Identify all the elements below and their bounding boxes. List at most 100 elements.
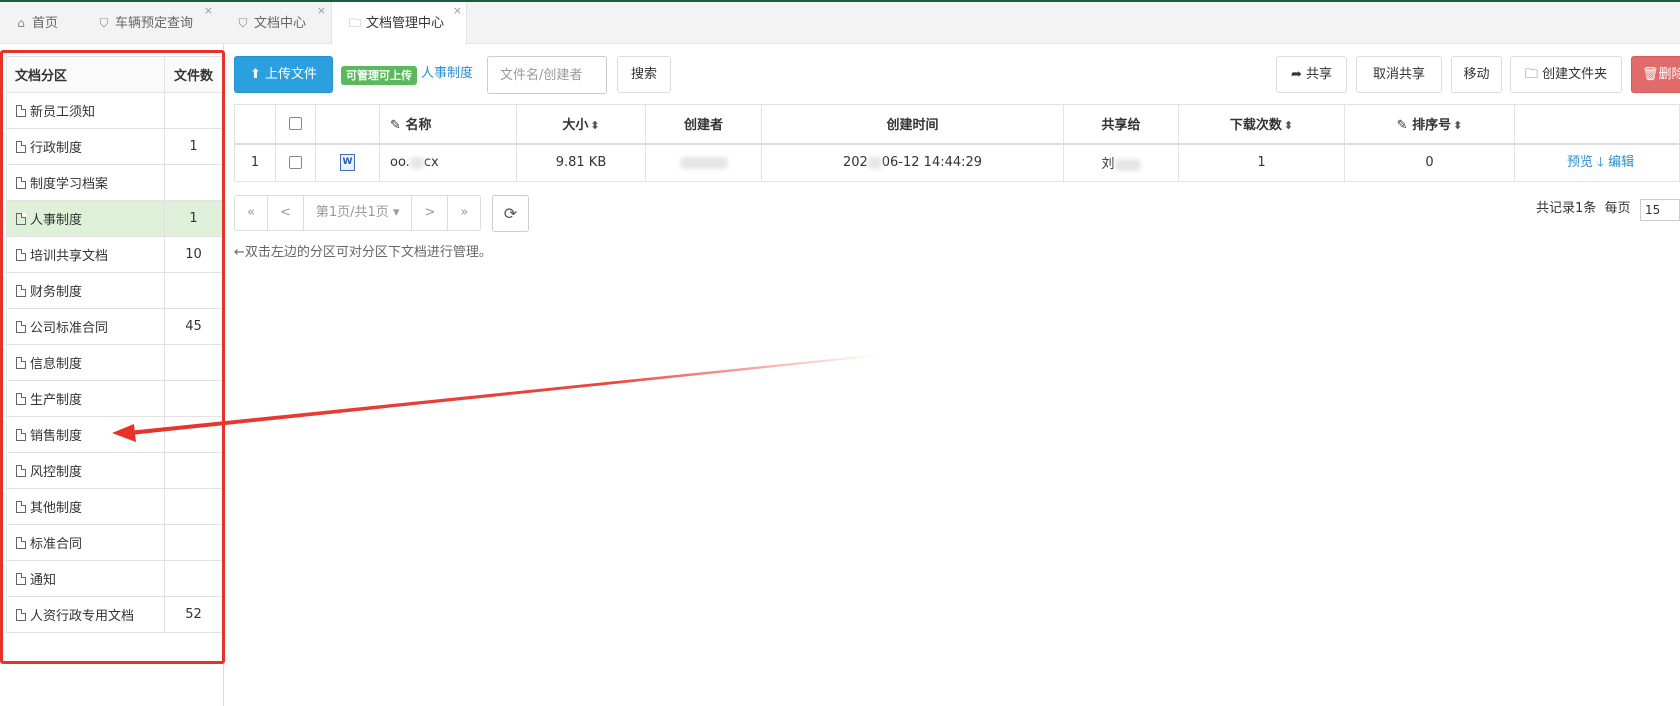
download-icon[interactable]: 🡓 [1597, 155, 1604, 170]
row-checkbox[interactable] [289, 156, 302, 170]
category-row[interactable]: 其他制度 [6, 488, 223, 525]
category-file-count [164, 344, 223, 381]
file-icon [16, 141, 26, 153]
category-file-count: 52 [164, 596, 223, 633]
category-label: 信息制度 [30, 357, 83, 372]
download-count: 1 [1178, 143, 1345, 182]
category-row[interactable]: 风控制度 [6, 452, 223, 489]
category-name-cell[interactable]: 制度学习档案 [6, 164, 165, 201]
sort-icon: ⬍ [1453, 119, 1463, 133]
prev-page-button[interactable]: < [268, 196, 304, 230]
category-name-cell[interactable]: 培训共享文档 [6, 236, 165, 273]
category-name-cell[interactable]: 其他制度 [6, 488, 165, 525]
file-icon [16, 573, 26, 585]
tab-document-management[interactable]: 🗀 文档管理中心 × [331, 2, 467, 45]
sort-icon: ⬍ [1283, 119, 1294, 133]
category-row[interactable]: 制度学习档案 [6, 164, 223, 201]
category-row[interactable]: 财务制度 [6, 272, 223, 309]
search-button[interactable]: 搜索 [617, 56, 671, 93]
document-table: ✎ 名称 大小 ⬍ 创建者 创建时间 共享给 下载次数 ⬍ ✎ 排序号 ⬍ 1 W o… [234, 104, 1680, 182]
select-all-checkbox[interactable] [289, 117, 302, 131]
arrow-shaft [128, 354, 880, 435]
close-icon[interactable]: × [453, 0, 462, 32]
category-name-cell[interactable]: 财务制度 [6, 272, 165, 309]
category-row[interactable]: 生产制度 [6, 380, 223, 417]
pencil-icon: ✎ [390, 118, 401, 134]
category-row[interactable]: 新员工须知 [6, 92, 223, 129]
category-name-cell[interactable]: 公司标准合同 [6, 308, 165, 345]
last-page-button[interactable]: » [448, 196, 480, 230]
home-icon: ⌂ [17, 16, 25, 30]
category-label: 人事制度 [30, 213, 83, 228]
created-time-header: 创建时间 [761, 104, 1064, 145]
table-row[interactable]: 1 W oo. cx 9.81 KB 202 06-12 14:44:29 刘 1 … [234, 143, 1680, 182]
redacted-text [409, 156, 424, 169]
category-row[interactable]: 标准合同 [6, 524, 223, 561]
usage-hint: ←双击左边的分区可对分区下文档进行管理。 [234, 245, 492, 260]
delete-button[interactable]: 🗑删除 [1631, 56, 1680, 93]
category-name-cell[interactable]: 人资行政专用文档 [6, 596, 165, 633]
close-icon[interactable]: × [317, 0, 326, 32]
permission-badge: 可管理可上传 [341, 66, 417, 85]
row-select-cell [275, 143, 316, 182]
category-name-cell[interactable]: 信息制度 [6, 344, 165, 381]
category-name-cell[interactable]: 标准合同 [6, 524, 165, 561]
category-label: 行政制度 [30, 141, 83, 156]
category-row[interactable]: 行政制度 1 [6, 128, 223, 165]
page-size-input[interactable]: 15 [1640, 199, 1680, 221]
category-name-cell[interactable]: 生产制度 [6, 380, 165, 417]
category-row[interactable]: 公司标准合同 45 [6, 308, 223, 345]
category-name-cell[interactable]: 行政制度 [6, 128, 165, 165]
row-index: 1 [234, 143, 276, 182]
category-row[interactable]: 培训共享文档 10 [6, 236, 223, 273]
file-name-cell[interactable]: oo. cx [379, 143, 517, 182]
order-header[interactable]: ✎ 排序号 ⬍ [1344, 104, 1515, 145]
category-name-cell[interactable]: 人事制度 [6, 200, 165, 237]
category-row[interactable]: 销售制度 [6, 416, 223, 453]
edit-link[interactable]: 编辑 [1608, 155, 1634, 170]
close-icon[interactable]: × [204, 0, 213, 32]
category-table: 文档分区 文件数 新员工须知 行政制度 1 制度学习档案 人事制度 1 培训共享文档 10 财务… [6, 56, 223, 633]
actions-cell: 预览 🡓 编辑 [1514, 143, 1680, 182]
creator-cell [645, 143, 762, 182]
category-row[interactable]: 人资行政专用文档 52 [6, 596, 223, 633]
share-button[interactable]: ➦ 共享 [1276, 56, 1347, 93]
share-icon: ➦ [1290, 67, 1302, 82]
category-name-cell[interactable]: 风控制度 [6, 452, 165, 489]
category-label: 制度学习档案 [30, 177, 109, 192]
upload-button[interactable]: ⬆ 上传文件 [234, 56, 333, 93]
trash-icon: 🗑 [1642, 67, 1659, 82]
category-row[interactable]: 人事制度 1 [6, 200, 223, 237]
category-name-cell[interactable]: 通知 [6, 560, 165, 597]
search-input[interactable] [487, 56, 607, 94]
page-select[interactable]: 第1页/共1页 ▾ [304, 196, 413, 230]
preview-link[interactable]: 预览 [1567, 155, 1593, 170]
tab-home[interactable]: ⌂ 首页 [14, 2, 58, 44]
category-label: 人资行政专用文档 [30, 609, 135, 624]
tab-document-center[interactable]: ⛉ 文档中心 × [236, 2, 326, 44]
category-label: 新员工须知 [30, 105, 96, 120]
next-page-button[interactable]: > [412, 196, 449, 230]
name-header[interactable]: ✎ 名称 [379, 104, 517, 145]
index-header [234, 104, 276, 145]
current-category-link[interactable]: 人事制度 [421, 64, 473, 84]
size-header[interactable]: 大小 ⬍ [516, 104, 646, 145]
create-folder-button[interactable]: 🗀 创建文件夹 [1510, 56, 1622, 93]
tab-vehicle-booking[interactable]: ⛉ 车辆预定查询 × [97, 2, 213, 44]
category-name-cell[interactable]: 新员工须知 [6, 92, 165, 129]
download-count-header[interactable]: 下载次数 ⬍ [1178, 104, 1345, 145]
file-icon [16, 465, 26, 477]
category-row[interactable]: 通知 [6, 560, 223, 597]
category-label: 通知 [30, 573, 57, 588]
move-button[interactable]: 移动 [1451, 56, 1502, 93]
category-label: 标准合同 [30, 537, 83, 552]
refresh-button[interactable]: ⟳ [492, 195, 529, 232]
category-file-count [164, 164, 223, 201]
unshare-button[interactable]: 取消共享 [1356, 56, 1442, 93]
first-page-button[interactable]: « [235, 196, 268, 230]
category-row[interactable]: 信息制度 [6, 344, 223, 381]
created-time-cell: 202 06-12 14:44:29 [761, 143, 1064, 182]
category-header: 文档分区 [6, 56, 165, 93]
category-name-cell[interactable]: 销售制度 [6, 416, 165, 453]
tab-label: 文档中心 [254, 16, 307, 31]
